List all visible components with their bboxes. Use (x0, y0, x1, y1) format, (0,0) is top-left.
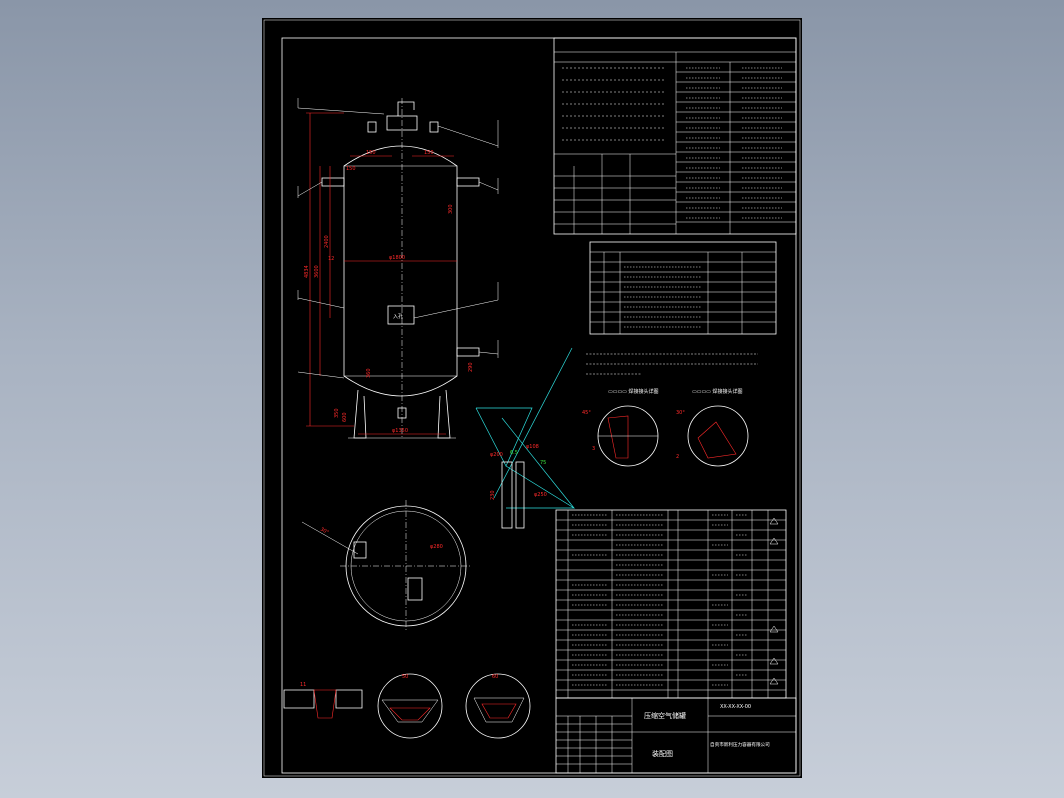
safety-valve-icon (397, 101, 415, 116)
drawing-number: XX-XX-XX-00 (720, 704, 751, 710)
support-leg-right (437, 389, 451, 439)
detail-angle-1: 45° (582, 410, 591, 416)
outer-frame (263, 19, 801, 777)
support-leg-left (353, 389, 367, 439)
dim-wall-thickness: 12 (328, 256, 334, 262)
dim-nozzle-height: 2400 (324, 235, 330, 248)
dim-side-nozzle: 300 (448, 204, 454, 214)
side-nozzle-left-top (321, 177, 345, 187)
tech-notes (586, 353, 758, 375)
bottom-detail-1: 11 (300, 682, 306, 688)
title-sub: 装配图 (652, 749, 673, 758)
dim-bottom-nozzle: 290 (468, 362, 474, 372)
section-dia-1: φ200 (490, 452, 503, 458)
weld-detail-circles: ▭▭▭▭ 焊接接头详图 ▭▭▭▭ 焊接接头详图 45° 30° 3 2 (582, 388, 749, 467)
dim-manhole-height: 360 (366, 368, 372, 378)
dim-nozzle-offset: 150 (346, 166, 356, 172)
dim-shell-diameter: φ1800 (389, 255, 405, 261)
title-name: 压缩空气储罐 (644, 711, 686, 720)
plan-view: 30° φ280 (301, 500, 472, 632)
plan-nozzle-dia: φ280 (430, 544, 443, 550)
side-nozzle-right-bottom (456, 347, 480, 357)
detail-angle-2: 30° (676, 410, 685, 416)
drawing-sheet: 入孔 4834 3600 2400 φ1800 12 φ1350 150 150… (262, 18, 802, 778)
weld-angle: 75 (540, 460, 546, 466)
elevation-dimensions: 4834 3600 2400 φ1800 12 φ1350 150 150 15… (304, 112, 474, 435)
side-nozzle-right-top (456, 177, 480, 187)
detail-gap-2: 2 (676, 454, 679, 460)
dim-shell-height: 3600 (314, 265, 320, 278)
company-name: 自贡市新利压力容器有限公司 (710, 741, 770, 748)
dim-leg-circle: φ1350 (392, 428, 408, 434)
top-nozzle-right (429, 121, 439, 133)
section-dia-2: φ108 (526, 444, 539, 450)
nozzle-table (589, 241, 777, 335)
detail-gap-1: 3 (592, 446, 595, 452)
tech-spec-table (553, 37, 797, 235)
inner-frame (281, 37, 797, 774)
top-nozzle-left (367, 121, 377, 133)
dim-top-left: 150 (366, 150, 376, 156)
bottom-detail-3: 60 (492, 674, 498, 680)
detail-title-1: ▭▭▭▭ 焊接接头详图 (608, 388, 659, 395)
detail-title-2: ▭▭▭▭ 焊接接头详图 (692, 388, 743, 395)
vessel-elevation: 入孔 (321, 98, 480, 439)
plan-angle: 30° (319, 526, 330, 536)
section-dia-3: φ250 (534, 492, 547, 498)
section-height: 230 (490, 490, 496, 500)
bottom-detail-2: 50 (402, 674, 408, 680)
section-detail: φ200 φ108 φ250 230 6.5 75 (475, 347, 576, 529)
dim-skirt: 350 (334, 408, 340, 418)
weld-size: 6.5 (510, 450, 518, 456)
drawing-canvas: 入孔 4834 3600 2400 φ1800 12 φ1350 150 150… (263, 19, 801, 777)
dim-total-height: 4834 (304, 265, 310, 278)
bottom-weld-details: 11 50 60 (283, 673, 531, 739)
dim-top-right: 150 (424, 150, 434, 156)
manhole-label: 入孔 (393, 313, 403, 320)
parts-list (555, 509, 787, 699)
dim-leg-height: 600 (342, 412, 348, 422)
vessel-shell (343, 145, 458, 397)
title-block: 压缩空气储罐 装配图 XX-XX-XX-00 自贡市新利压力容器有限公司 (555, 697, 797, 774)
